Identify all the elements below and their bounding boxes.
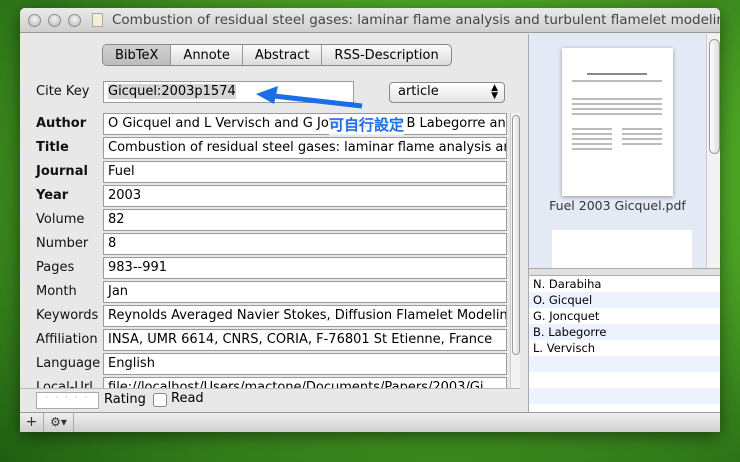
entry-type-value: article — [398, 84, 439, 99]
side-pane: Fuel 2003 Gicquel.pdf N. Darabiha O. Gicq… — [528, 34, 720, 412]
split-handle[interactable] — [529, 268, 720, 276]
field-label: Language — [36, 356, 101, 371]
tab-annote[interactable]: Annote — [171, 45, 243, 65]
field-label: Keywords — [36, 308, 99, 323]
bottom-toolbar: + ⚙▾ — [20, 412, 720, 432]
read-checkbox[interactable] — [153, 393, 167, 407]
main-window: Combustion of residual steel gases: lami… — [20, 8, 720, 432]
field-input-language[interactable]: English — [103, 353, 507, 375]
author-row[interactable]: O. Gicquel — [529, 292, 720, 308]
field-input-number[interactable]: 8 — [103, 233, 507, 255]
file-preview-area: Fuel 2003 Gicquel.pdf — [529, 34, 706, 270]
minimize-button[interactable] — [48, 14, 61, 27]
field-label: Journal — [36, 164, 88, 179]
file-name: Fuel 2003 Gicquel.pdf — [549, 198, 686, 213]
field-input-title[interactable]: Combustion of residual steel gases: lami… — [103, 137, 507, 159]
pdf-thumbnail[interactable] — [562, 48, 673, 196]
field-label: Month — [36, 284, 77, 299]
up-down-arrows-icon: ▲ ▼ — [491, 83, 498, 101]
fields-scrollbar[interactable] — [510, 113, 520, 388]
field-label: Title — [36, 140, 69, 155]
field-input-author[interactable]: O Gicquel and L Vervisch and G Joncquet … — [103, 113, 507, 135]
annotation-label: 可自行設定 — [329, 114, 405, 135]
empty-row — [529, 372, 720, 388]
pdf-thumbnail-2[interactable] — [552, 230, 692, 270]
field-input-year[interactable]: 2003 — [103, 185, 507, 207]
read-label: Read — [171, 391, 204, 406]
field-label: Affiliation — [36, 332, 98, 347]
entry-type-popup[interactable]: article ▲ ▼ — [389, 82, 505, 103]
author-row[interactable]: L. Vervisch — [529, 340, 720, 356]
author-row[interactable]: N. Darabiha — [529, 276, 720, 292]
close-button[interactable] — [28, 14, 41, 27]
preview-scrollbar[interactable] — [706, 34, 720, 268]
add-button[interactable]: + — [20, 413, 44, 432]
tab-rss-description[interactable]: RSS-Description — [322, 45, 450, 65]
field-input-journal[interactable]: Fuel — [103, 161, 507, 183]
tab-bibtex[interactable]: BibTeX — [103, 45, 172, 65]
cite-key-value: Gicquel:2003p1574 — [108, 84, 236, 99]
zoom-button[interactable] — [68, 14, 81, 27]
editor-pane: BibTeX Annote Abstract RSS-Description C… — [20, 34, 520, 399]
rating-label: Rating — [104, 392, 146, 407]
scroll-thumb[interactable] — [512, 115, 520, 355]
authors-list: N. Darabiha O. Gicquel G. Joncquet B. Labeg… — [529, 276, 720, 412]
tab-abstract[interactable]: Abstract — [243, 45, 323, 65]
author-row[interactable]: B. Labegorre — [529, 324, 720, 340]
field-input-month[interactable]: Jan — [103, 281, 507, 303]
author-row[interactable]: G. Joncquet — [529, 308, 720, 324]
cite-key-label: Cite Key — [36, 84, 90, 99]
status-row: · · · · · Rating Read — [20, 388, 520, 411]
field-label: Volume — [36, 212, 85, 227]
rating-control[interactable]: · · · · · — [36, 392, 99, 409]
field-label: Pages — [36, 260, 75, 275]
field-input-keywords[interactable]: Reynolds Averaged Navier Stokes, Diffusi… — [103, 305, 507, 327]
field-label: Number — [36, 236, 89, 251]
title-bar: Combustion of residual steel gases: lami… — [20, 8, 720, 33]
field-label: Year — [36, 188, 69, 203]
field-input-volume[interactable]: 82 — [103, 209, 507, 231]
arrow-annotation-icon — [256, 86, 363, 109]
scroll-thumb[interactable] — [709, 39, 720, 154]
action-gear-button[interactable]: ⚙▾ — [44, 413, 74, 432]
field-input-pages[interactable]: 983--991 — [103, 257, 507, 279]
empty-row — [529, 356, 720, 372]
field-input-affiliation[interactable]: INSA, UMR 6614, CNRS, CORIA, F-76801 St … — [103, 329, 507, 351]
window-title: Combustion of residual steel gases: lami… — [112, 12, 720, 28]
field-label: Author — [36, 116, 87, 131]
tab-bar: BibTeX Annote Abstract RSS-Description — [102, 44, 452, 66]
document-icon — [92, 13, 103, 27]
empty-row — [529, 388, 720, 404]
